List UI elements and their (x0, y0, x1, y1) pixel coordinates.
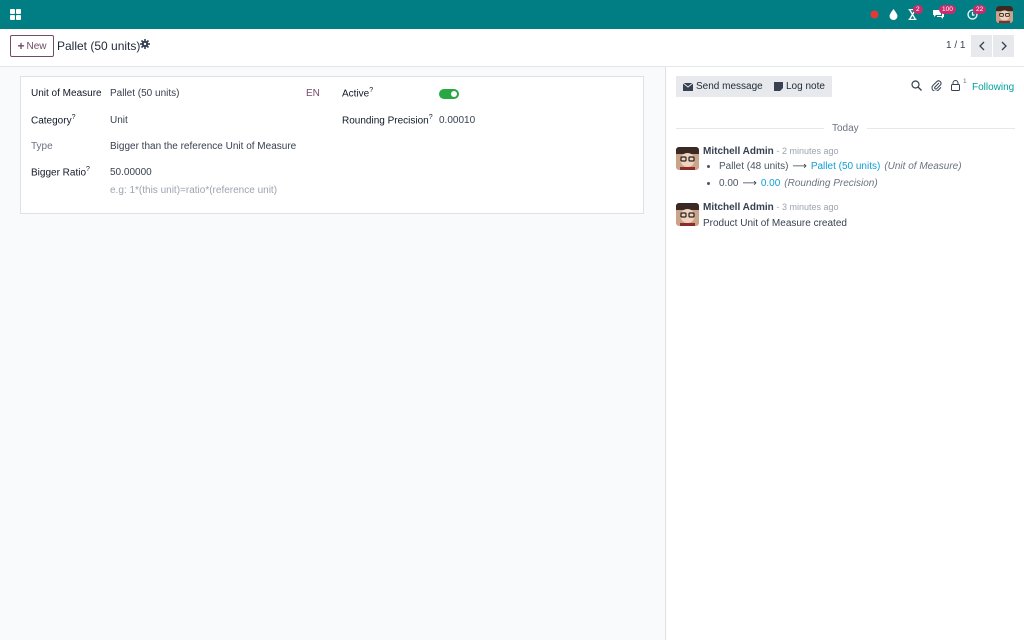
category-label: Category? (31, 114, 76, 127)
tracking-value: 0.00 ⟶ 0.00 (Rounding Precision) (707, 178, 878, 189)
ratio-tooltip-icon[interactable]: ? (86, 166, 90, 173)
message-author: Mitchell Admin - 3 minutes ago (703, 202, 839, 213)
chevron-right-icon (1001, 41, 1007, 51)
note-icon (774, 82, 783, 91)
chevron-left-icon (978, 41, 984, 51)
message-time: - 2 minutes ago (776, 146, 839, 156)
arrow-right-icon: ⟶ (742, 178, 757, 189)
message-author: Mitchell Admin - 2 minutes ago (703, 146, 839, 157)
tracking-old-value: Pallet (48 units) (719, 161, 789, 172)
record-title: Pallet (50 units) (57, 39, 141, 53)
type-label: Type (31, 141, 53, 152)
envelope-icon (683, 82, 693, 91)
activity-badge: 2 (913, 5, 923, 14)
followers-lock-icon[interactable] (951, 80, 960, 94)
chatter-panel: Send message Log note 1 Following Today … (665, 67, 1024, 640)
active-label: Active? (342, 87, 374, 100)
active-tooltip-icon[interactable]: ? (369, 87, 373, 94)
activity-hourglass-icon[interactable]: 2 (902, 0, 923, 29)
rounding-label: Rounding Precision? (342, 114, 433, 127)
follower-count: 1 (963, 78, 967, 85)
active-toggle[interactable] (439, 89, 459, 99)
send-message-label: Send message (696, 81, 763, 92)
author-name[interactable]: Mitchell Admin (703, 202, 774, 213)
user-avatar[interactable] (996, 6, 1013, 23)
record-status-icon[interactable] (864, 0, 884, 29)
log-note-label: Log note (786, 81, 825, 92)
uom-field[interactable]: Pallet (50 units) (110, 88, 179, 99)
messages-icon[interactable]: 100 (928, 0, 956, 29)
category-tooltip-icon[interactable]: ? (72, 114, 76, 121)
tracking-field-name: (Unit of Measure) (884, 161, 962, 172)
apps-menu-icon[interactable] (10, 9, 21, 20)
ratio-help-text: e.g: 1*(this unit)=ratio*(reference unit… (110, 185, 278, 196)
type-field[interactable]: Bigger than the reference Unit of Measur… (110, 141, 296, 152)
tracking-new-value: 0.00 (760, 178, 781, 189)
form-sheet: Unit of Measure Pallet (50 units) EN Act… (20, 76, 644, 214)
message-time: - 3 minutes ago (776, 202, 839, 212)
date-separator: Today (824, 123, 867, 134)
message-avatar[interactable] (676, 147, 699, 170)
drop-icon[interactable] (883, 0, 903, 29)
rounding-tooltip-icon[interactable]: ? (429, 114, 433, 121)
category-field[interactable]: Unit (110, 115, 128, 126)
uom-label: Unit of Measure (31, 88, 102, 99)
pager-next-button[interactable] (993, 35, 1014, 57)
pager-value[interactable]: 1 / 1 (946, 40, 965, 51)
form-view: Unit of Measure Pallet (50 units) EN Act… (0, 67, 665, 640)
tracking-value: Pallet (48 units) ⟶ Pallet (50 units) (U… (707, 161, 962, 172)
search-icon[interactable] (911, 80, 922, 94)
following-button[interactable]: Following (972, 82, 1014, 93)
ratio-field[interactable]: 50.00000 (110, 167, 152, 178)
tracking-new-value: Pallet (50 units) (810, 161, 881, 172)
send-message-button[interactable]: Send message (676, 76, 770, 97)
clock-icon[interactable]: 22 (962, 0, 987, 29)
rounding-field[interactable]: 0.00010 (439, 115, 475, 126)
new-button-label: New (26, 40, 47, 52)
message-body: Product Unit of Measure created (703, 218, 847, 229)
plus-icon: + (17, 39, 25, 53)
control-panel: + New Pallet (50 units) 1 / 1 (0, 29, 1024, 67)
messages-badge: 100 (939, 5, 956, 14)
language-button[interactable]: EN (306, 88, 320, 99)
tracking-field-name: (Rounding Precision) (784, 178, 878, 189)
pager-previous-button[interactable] (971, 35, 992, 57)
top-navbar: 2 100 22 (0, 0, 1024, 29)
gear-icon[interactable] (140, 39, 150, 52)
arrow-right-icon: ⟶ (792, 161, 807, 172)
clock-badge: 22 (973, 5, 987, 14)
tracking-old-value: 0.00 (719, 178, 739, 189)
message-avatar[interactable] (676, 203, 699, 226)
new-button[interactable]: + New (10, 35, 54, 57)
author-name[interactable]: Mitchell Admin (703, 146, 774, 157)
paperclip-icon[interactable] (931, 80, 942, 94)
ratio-label: Bigger Ratio? (31, 166, 90, 179)
log-note-button[interactable]: Log note (767, 76, 832, 97)
